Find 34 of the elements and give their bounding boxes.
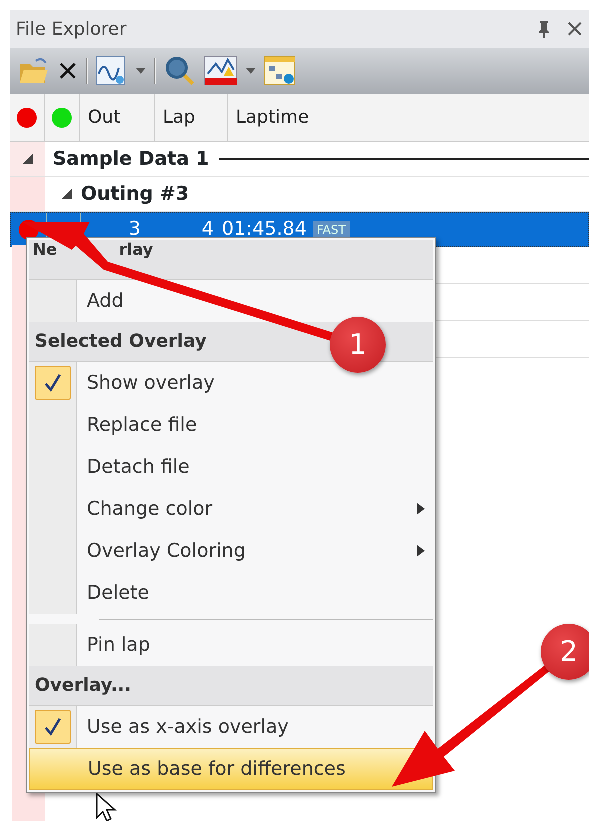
column-header[interactable]: Out [88, 104, 121, 131]
close-icon[interactable] [567, 21, 583, 37]
fast-tag: FAST [312, 220, 350, 238]
menu-item[interactable]: Change color [29, 488, 433, 530]
caret-icon[interactable] [246, 68, 256, 74]
menu-item[interactable]: Pin lap [29, 624, 433, 666]
submenu-arrow-icon [417, 503, 425, 515]
menu-item[interactable]: Replace file [29, 404, 433, 446]
expand-icon[interactable] [61, 188, 73, 200]
outing-label: Outing #3 [81, 182, 190, 207]
table-cell-text: 4 [200, 217, 214, 242]
close-icon[interactable] [58, 61, 78, 81]
tree-icon[interactable] [264, 56, 296, 86]
menu-header: Overlay... [29, 666, 433, 706]
submenu-arrow-icon [417, 545, 425, 557]
expand-icon[interactable] [22, 153, 34, 165]
menu-item[interactable]: Delete [29, 572, 433, 614]
menu-item[interactable]: Detach file [29, 446, 433, 488]
group-label: Sample Data 1 [53, 146, 210, 172]
panel-title: File Explorer [16, 18, 127, 42]
menu-item[interactable]: Use as x-axis overlay [29, 706, 433, 748]
caret-icon[interactable] [136, 68, 146, 74]
check-icon [42, 717, 62, 737]
table-cell-text: 01:45.84 [222, 217, 307, 242]
menu-item[interactable]: Overlay Coloring [29, 530, 433, 572]
table-cell-text: 3 [128, 217, 141, 242]
search-icon[interactable] [164, 55, 196, 87]
menu-item[interactable]: Use as base for differences [29, 748, 433, 790]
check-icon [42, 373, 62, 393]
column-header[interactable]: Lap [163, 104, 196, 131]
column-header[interactable]: Laptime [236, 104, 310, 131]
chart-icon[interactable] [204, 56, 238, 86]
wave-icon[interactable] [96, 56, 128, 86]
pin-icon[interactable] [537, 20, 551, 38]
